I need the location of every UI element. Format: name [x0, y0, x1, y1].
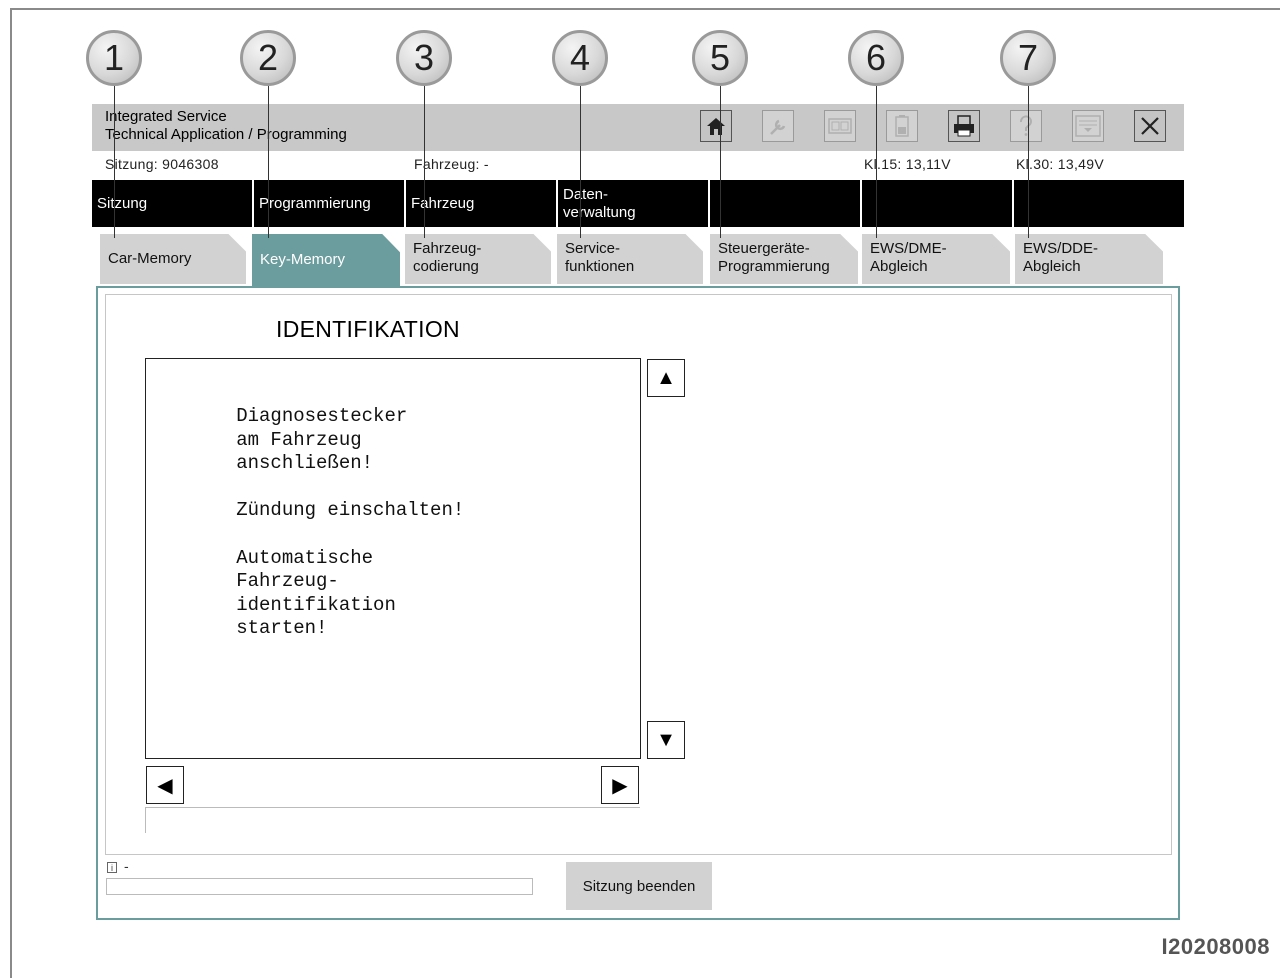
tab-servicefunktionen[interactable]: Service- funktionen: [557, 234, 703, 284]
kl30-voltage: Kl.30: 13,49V: [1016, 156, 1104, 172]
section-title: IDENTIFIKATION: [276, 316, 460, 342]
instruction-text: Diagnosestecker am Fahrzeug anschließen!…: [145, 405, 464, 641]
callout-line-5: [720, 86, 721, 238]
nav-fahrzeug[interactable]: Fahrzeug: [404, 180, 555, 227]
callout-line-7: [1028, 86, 1029, 238]
nav-datenverwaltung[interactable]: Daten- verwaltung: [556, 180, 708, 227]
figure-id: I20208008: [1161, 934, 1270, 959]
nav-sitzung[interactable]: Sitzung: [92, 180, 246, 227]
instruction-line: [145, 476, 464, 500]
instruction-line: identifikation: [145, 593, 396, 616]
tab-steuergeraete-programmierung[interactable]: Steuergeräte- Programmierung: [710, 234, 858, 284]
battery-icon[interactable]: [886, 110, 918, 142]
instruction-line: [145, 523, 464, 547]
screen-icon[interactable]: [824, 110, 856, 142]
callout-4: 4: [552, 30, 608, 86]
scroll-right-button[interactable]: ▶: [601, 766, 639, 804]
instruction-line: Automatische: [145, 546, 374, 569]
callout-line-1: [114, 86, 115, 238]
instruction-line: Fahrzeug-: [145, 570, 339, 593]
nav-empty-2[interactable]: [860, 180, 1012, 227]
home-icon[interactable]: [700, 110, 732, 142]
vehicle-status: Fahrzeug: -: [414, 156, 489, 172]
callout-3: 3: [396, 30, 452, 86]
end-session-button[interactable]: Sitzung beenden: [566, 862, 712, 910]
printer-icon[interactable]: [948, 110, 980, 142]
callout-line-2: [268, 86, 269, 238]
info-icon: i: [107, 862, 117, 873]
close-icon[interactable]: [1134, 110, 1166, 142]
app-title: Integrated Service Technical Application…: [105, 108, 347, 143]
callout-line-3: [424, 86, 425, 238]
session-id: Sitzung: 9046308: [105, 156, 219, 172]
scroll-left-button[interactable]: ◀: [146, 766, 184, 804]
scroll-down-button[interactable]: ▼: [647, 721, 685, 759]
callout-6: 6: [848, 30, 904, 86]
tab-ews-dde-abgleich[interactable]: EWS/DDE- Abgleich: [1015, 234, 1163, 284]
help-icon[interactable]: [1010, 110, 1042, 142]
instruction-line: anschließen!: [145, 452, 374, 475]
info-field: [106, 878, 533, 895]
wrench-icon[interactable]: [762, 110, 794, 142]
tab-fahrzeugcodierung[interactable]: Fahrzeug- codierung: [405, 234, 551, 284]
nav-empty-1[interactable]: [708, 180, 860, 227]
scroll-up-button[interactable]: ▲: [647, 359, 685, 397]
instruction-line: Zündung einschalten!: [145, 499, 465, 522]
info-text: -: [124, 858, 129, 874]
callout-line-4: [580, 86, 581, 238]
kl15-voltage: Kl.15: 13,11V: [864, 156, 951, 172]
callout-1: 1: [86, 30, 142, 86]
instruction-line: starten!: [145, 617, 328, 640]
nav-empty-3[interactable]: [1012, 180, 1184, 227]
instruction-line: Diagnosestecker: [145, 405, 408, 427]
callout-2: 2: [240, 30, 296, 86]
list-icon[interactable]: [1072, 110, 1104, 142]
callout-7: 7: [1000, 30, 1056, 86]
nav-programmierung[interactable]: Programmierung: [252, 180, 403, 227]
scroll-track: [145, 807, 640, 808]
callout-5: 5: [692, 30, 748, 86]
tab-key-memory[interactable]: Key-Memory: [252, 234, 400, 286]
callout-line-6: [876, 86, 877, 238]
tab-car-memory[interactable]: Car-Memory: [100, 234, 246, 284]
instruction-line: am Fahrzeug: [145, 428, 362, 451]
tab-ews-dme-abgleich[interactable]: EWS/DME- Abgleich: [862, 234, 1010, 284]
scroll-track-edge: [145, 807, 146, 833]
